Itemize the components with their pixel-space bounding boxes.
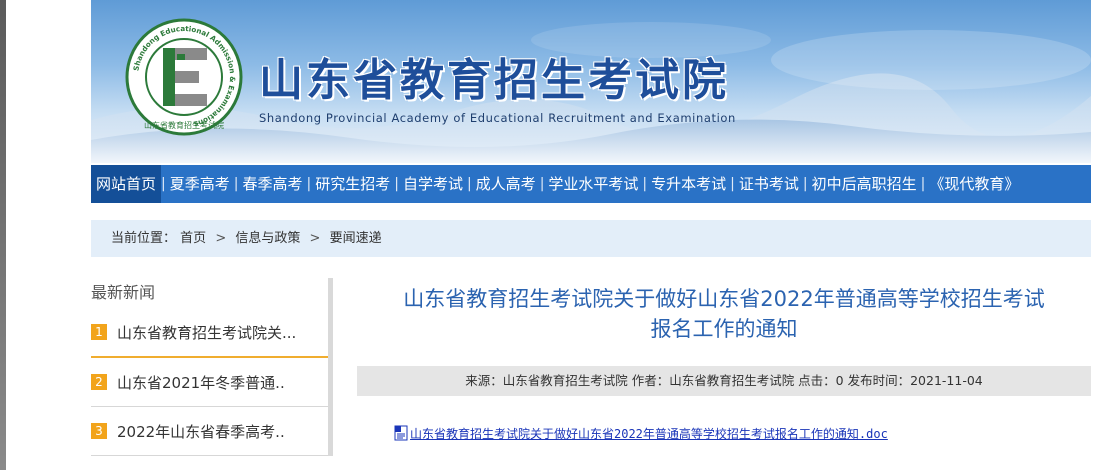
rank-badge: 3 [91,423,107,439]
nav-item-vocational-enrollment[interactable]: 初中后高职招生 [808,165,921,203]
news-list: 1 山东省教育招生考试院关... 2 山东省2021年冬季普通.. 3 2022… [91,308,333,456]
breadcrumb-separator: > [309,231,321,246]
attachment-link[interactable]: 山东省教育招生考试院关于做好山东省2022年普通高等学校招生考试报名工作的通知.… [394,423,888,443]
site-subtitle: Shandong Provincial Academy of Education… [259,111,736,125]
breadcrumb-prefix: 当前位置： [111,231,177,246]
article-title-line2: 报名工作的通知 [650,317,798,341]
main-nav: 网站首页 | 夏季高考 | 春季高考 | 研究生招考 | 自学考试 | 成人高考… [91,165,1091,203]
news-list-item[interactable]: 2 山东省2021年冬季普通.. [91,358,328,407]
breadcrumb-separator: > [215,231,227,246]
news-list-item[interactable]: 3 2022年山东省春季高考.. [91,407,328,456]
nav-item-proficiency-exam[interactable]: 学业水平考试 [544,165,642,203]
nav-item-graduate-exam[interactable]: 研究生招考 [311,165,394,203]
breadcrumb-home[interactable]: 首页 [180,231,206,246]
article-title: 山东省教育招生考试院关于做好山东省2022年普通高等学校招生考试 报名工作的通知 [357,284,1091,344]
article-title-line1: 山东省教育招生考试院关于做好山东省2022年普通高等学校招生考试 [403,287,1045,311]
rank-badge: 1 [91,324,107,340]
nav-item-summer-exam[interactable]: 夏季高考 [166,165,234,203]
latest-news-sidebar: 最新新闻 1 山东省教育招生考试院关... 2 山东省2021年冬季普通.. 3… [91,278,333,470]
nav-item-self-study-exam[interactable]: 自学考试 [399,165,467,203]
news-list-item[interactable]: 1 山东省教育招生考试院关... [91,308,328,358]
site-banner: Shandong Educational Admission & Examina… [91,0,1091,163]
academy-logo[interactable]: Shandong Educational Admission & Examina… [125,18,243,136]
nav-item-home[interactable]: 网站首页 [91,165,162,203]
news-link[interactable]: 山东省2021年冬季普通.. [117,372,285,393]
nav-item-adult-exam[interactable]: 成人高考 [472,165,540,203]
breadcrumb-news[interactable]: 要闻速递 [330,231,382,246]
breadcrumb-info-policy[interactable]: 信息与政策 [235,231,300,246]
rank-badge: 2 [91,374,107,390]
news-link[interactable]: 山东省教育招生考试院关... [117,322,296,343]
sidebar-heading: 最新新闻 [91,278,333,308]
nav-item-modern-education[interactable]: 《现代教育》 [925,165,1023,203]
window-edge [0,0,6,470]
nav-item-certificate-exam[interactable]: 证书考试 [735,165,803,203]
news-link[interactable]: 2022年山东省春季高考.. [117,421,285,442]
breadcrumb: 当前位置： 首页 > 信息与政策 > 要闻速递 [91,220,1091,257]
letter-e-logo-icon: Shandong Educational Admission & Examina… [125,18,243,136]
word-doc-icon [394,425,408,441]
svg-text:山东省教育招生考试院: 山东省教育招生考试院 [144,120,224,130]
attachment-filename[interactable]: 山东省教育招生考试院关于做好山东省2022年普通高等学校招生考试报名工作的通知.… [410,425,888,442]
nav-item-spring-exam[interactable]: 春季高考 [238,165,306,203]
site-title: 山东省教育招生考试院 [259,55,729,106]
nav-item-upgrade-exam[interactable]: 专升本考试 [647,165,730,203]
article-meta: 来源：山东省教育招生考试院 作者：山东省教育招生考试院 点击：0 发布时间：20… [357,366,1091,396]
